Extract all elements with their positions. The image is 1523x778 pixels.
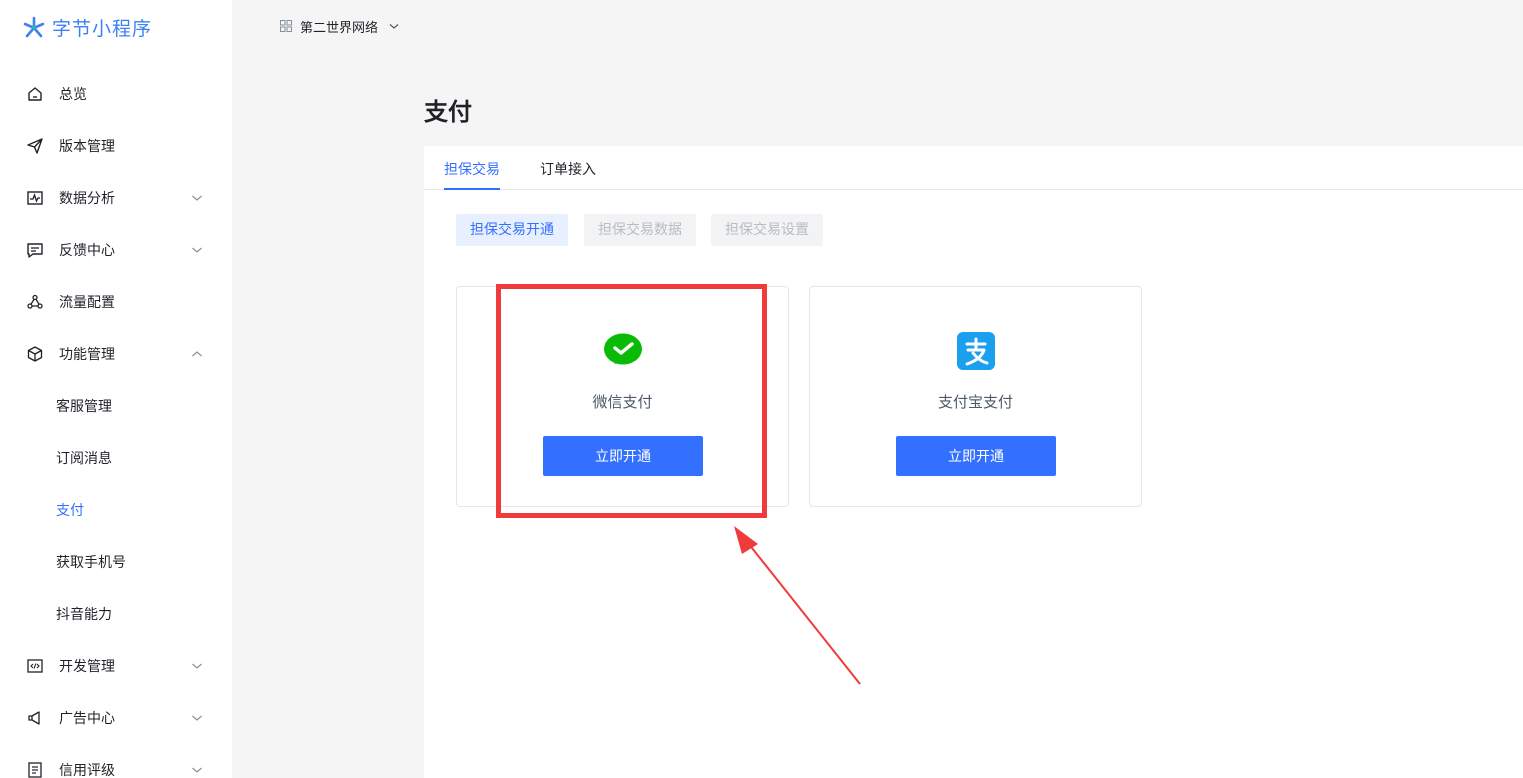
payment-card-wechat: 微信支付 立即开通 [456, 286, 789, 507]
sidebar-subitem-subscription[interactable]: 订阅消息 [0, 438, 232, 478]
chevron-down-icon [191, 764, 203, 776]
sidebar-subitem-customer-service[interactable]: 客服管理 [0, 386, 232, 426]
chevron-down-icon [191, 244, 203, 256]
sidebar-item-label: 功能管理 [59, 347, 115, 363]
sidebar-item-analytics[interactable]: 数据分析 [0, 178, 232, 218]
sidebar-item-traffic[interactable]: 流量配置 [0, 282, 232, 322]
subtab-escrow-settings[interactable]: 担保交易设置 [711, 214, 823, 246]
payment-card-alipay: 支付宝支付 立即开通 [809, 286, 1142, 507]
sidebar: 字节小程序 总览 版本管理 数据分析 反馈中心 流量配置 功能管理 客服管理 订… [0, 0, 232, 778]
subtab-escrow-open[interactable]: 担保交易开通 [456, 214, 568, 246]
sidebar-subitem-label: 订阅消息 [56, 451, 112, 467]
brand-name: 字节小程序 [52, 17, 153, 40]
tab-bar: 担保交易 订单接入 [424, 146, 1523, 190]
sidebar-subitem-label: 抖音能力 [56, 607, 112, 623]
activate-wechat-button[interactable]: 立即开通 [543, 436, 703, 476]
sidebar-item-label: 信用评级 [59, 763, 115, 778]
sidebar-subitem-phone-number[interactable]: 获取手机号 [0, 542, 232, 582]
sidebar-item-label: 版本管理 [59, 139, 115, 155]
sidebar-subitem-label: 获取手机号 [56, 555, 126, 571]
brand-logo[interactable]: 字节小程序 [22, 13, 152, 41]
home-icon [26, 85, 44, 103]
sidebar-item-label: 开发管理 [59, 659, 115, 675]
payment-card-title: 微信支付 [592, 393, 653, 411]
sidebar-subitem-label: 客服管理 [56, 399, 112, 415]
sidebar-item-development[interactable]: 开发管理 [0, 646, 232, 686]
sidebar-item-ads[interactable]: 广告中心 [0, 698, 232, 738]
sidebar-item-feedback[interactable]: 反馈中心 [0, 230, 232, 270]
payment-card-title: 支付宝支付 [937, 393, 1013, 411]
document-icon [26, 761, 44, 778]
chevron-down-icon [389, 24, 399, 29]
megaphone-icon [26, 709, 44, 727]
sidebar-item-label: 广告中心 [59, 711, 115, 727]
page-title: 支付 [424, 98, 472, 126]
cube-icon [26, 345, 44, 363]
chevron-down-icon [191, 660, 203, 672]
chevron-down-icon [191, 712, 203, 724]
sidebar-subitem-douyin[interactable]: 抖音能力 [0, 594, 232, 634]
activate-alipay-button[interactable]: 立即开通 [896, 436, 1056, 476]
sidebar-item-label: 流量配置 [59, 295, 115, 311]
grid-icon [280, 20, 292, 32]
chevron-up-icon [191, 348, 203, 360]
main-panel: 担保交易 订单接入 担保交易开通 担保交易数据 担保交易设置 微信支付 立即开通… [424, 146, 1523, 778]
wechat-pay-icon [603, 331, 643, 371]
sidebar-item-overview[interactable]: 总览 [0, 74, 232, 114]
subtab-escrow-data[interactable]: 担保交易数据 [584, 214, 696, 246]
sidebar-item-label: 反馈中心 [59, 243, 115, 259]
share-nodes-icon [26, 293, 44, 311]
sidebar-item-features[interactable]: 功能管理 [0, 334, 232, 374]
app-switcher[interactable]: 第二世界网络 [280, 16, 400, 36]
sidebar-subitem-payment[interactable]: 支付 [0, 490, 232, 530]
message-icon [26, 241, 44, 259]
tab-order-access[interactable]: 订单接入 [540, 159, 596, 179]
tab-escrow[interactable]: 担保交易 [444, 159, 500, 179]
send-icon [26, 137, 44, 155]
sidebar-item-label: 数据分析 [59, 191, 115, 207]
chevron-down-icon [191, 192, 203, 204]
tab-active-indicator [444, 188, 500, 190]
app-name: 第二世界网络 [300, 20, 379, 36]
alipay-icon [956, 331, 996, 371]
chart-icon [26, 189, 44, 207]
code-icon [26, 657, 44, 675]
brand-logo-icon [23, 16, 45, 38]
sidebar-subitem-label: 支付 [56, 503, 84, 519]
sidebar-item-label: 总览 [59, 87, 87, 103]
sidebar-item-credit[interactable]: 信用评级 [0, 750, 232, 778]
sidebar-item-version[interactable]: 版本管理 [0, 126, 232, 166]
